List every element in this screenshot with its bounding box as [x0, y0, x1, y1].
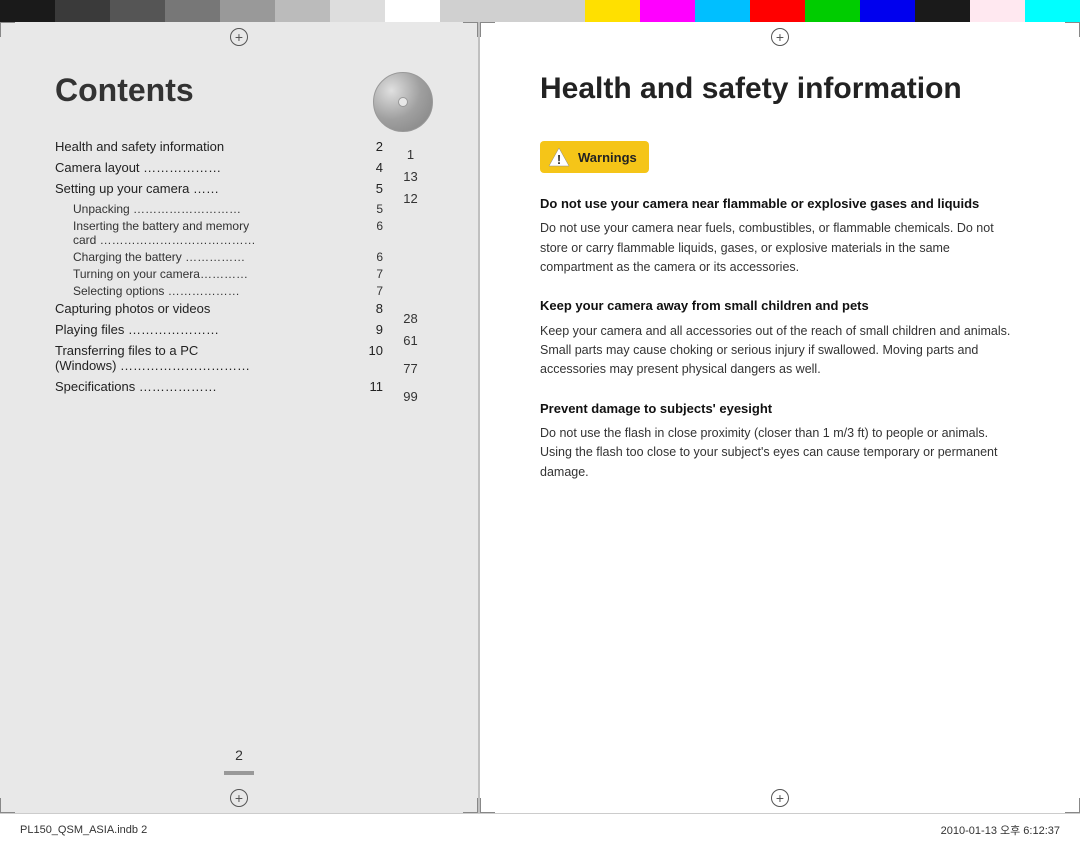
health-safety-title: Health and safety information	[540, 72, 1020, 106]
main-content: Contents Health and safety information 2…	[0, 22, 1080, 813]
footer-right: 2010-01-13 오후 6:12:37	[941, 822, 1060, 838]
toc-entries: Health and safety information 2 Camera l…	[55, 139, 383, 407]
left-page: Contents Health and safety information 2…	[0, 22, 480, 813]
safety-heading-3: Prevent damage to subjects' eyesight	[540, 400, 1020, 418]
footer-left: PL150_QSM_ASIA.indb 2	[20, 824, 147, 836]
warning-box: ! Warnings	[540, 141, 649, 173]
right-num-28: 28	[403, 307, 417, 329]
reg-mark-top	[229, 27, 249, 47]
safety-section-3: Prevent damage to subjects' eyesight Do …	[540, 400, 1020, 482]
toc-entry-specs: Specifications ……………… 11	[55, 379, 383, 394]
right-num-61: 61	[403, 329, 417, 351]
toc-entry-battery: Inserting the battery and memorycard …………	[55, 219, 383, 247]
toc-right-numbers: 1 13 12 28 61 77 99	[388, 139, 433, 407]
cd-icon	[373, 72, 433, 132]
warning-label: Warnings	[578, 150, 637, 165]
safety-body-3: Do not use the flash in close proximity …	[540, 424, 1020, 482]
toc-wrapper: Health and safety information 2 Camera l…	[55, 139, 433, 407]
corner-trim-bl	[0, 798, 15, 813]
right-corner-trim-bl	[480, 798, 495, 813]
toc-entry-capturing: Capturing photos or videos 8	[55, 301, 383, 316]
right-color-bars	[480, 0, 1080, 22]
corner-trim-tl	[0, 22, 15, 37]
color-bars-top	[0, 0, 1080, 22]
right-reg-mark-bottom	[770, 788, 790, 808]
right-reg-mark-top	[770, 27, 790, 47]
right-num-13: 13	[403, 165, 417, 187]
right-num-1: 1	[407, 143, 414, 165]
toc-entry-charging: Charging the battery …………… 6	[55, 250, 383, 264]
safety-section-1: Do not use your camera near flammable or…	[540, 195, 1020, 277]
toc-entry-health: Health and safety information 2	[55, 139, 383, 154]
footer-bar: PL150_QSM_ASIA.indb 2 2010-01-13 오후 6:12…	[0, 813, 1080, 845]
safety-heading-1: Do not use your camera near flammable or…	[540, 195, 1020, 213]
toc-entry-turning-on: Turning on your camera………… 7	[55, 267, 383, 281]
page-number-line	[224, 771, 254, 775]
toc-entry-camera-layout: Camera layout ……………… 4	[55, 160, 383, 175]
right-corner-trim-tr	[1065, 22, 1080, 37]
safety-heading-2: Keep your camera away from small childre…	[540, 297, 1020, 315]
left-color-bars	[0, 0, 480, 22]
corner-trim-br	[463, 798, 478, 813]
right-corner-trim-br	[1065, 798, 1080, 813]
svg-text:!: !	[557, 152, 561, 167]
safety-section-2: Keep your camera away from small childre…	[540, 297, 1020, 379]
safety-body-2: Keep your camera and all accessories out…	[540, 322, 1020, 380]
toc-entry-selecting: Selecting options ……………… 7	[55, 284, 383, 298]
corner-trim-tr	[463, 22, 478, 37]
right-num-77: 77	[403, 351, 417, 385]
toc-entry-unpacking: Unpacking ……………………… 5	[55, 202, 383, 216]
page-number: 2	[235, 747, 243, 763]
toc-entry-playing: Playing files ………………… 9	[55, 322, 383, 337]
toc-entry-transferring: Transferring files to a PC(Windows) ……………	[55, 343, 383, 373]
right-page: Health and safety information ! Warnings…	[480, 22, 1080, 813]
warning-icon: !	[548, 146, 570, 168]
right-num-99: 99	[403, 385, 417, 407]
safety-body-1: Do not use your camera near fuels, combu…	[540, 219, 1020, 277]
reg-mark-bottom	[229, 788, 249, 808]
right-num-12: 12	[403, 187, 417, 209]
right-corner-trim-tl	[480, 22, 495, 37]
toc-entry-setup: Setting up your camera …… 5	[55, 181, 383, 196]
